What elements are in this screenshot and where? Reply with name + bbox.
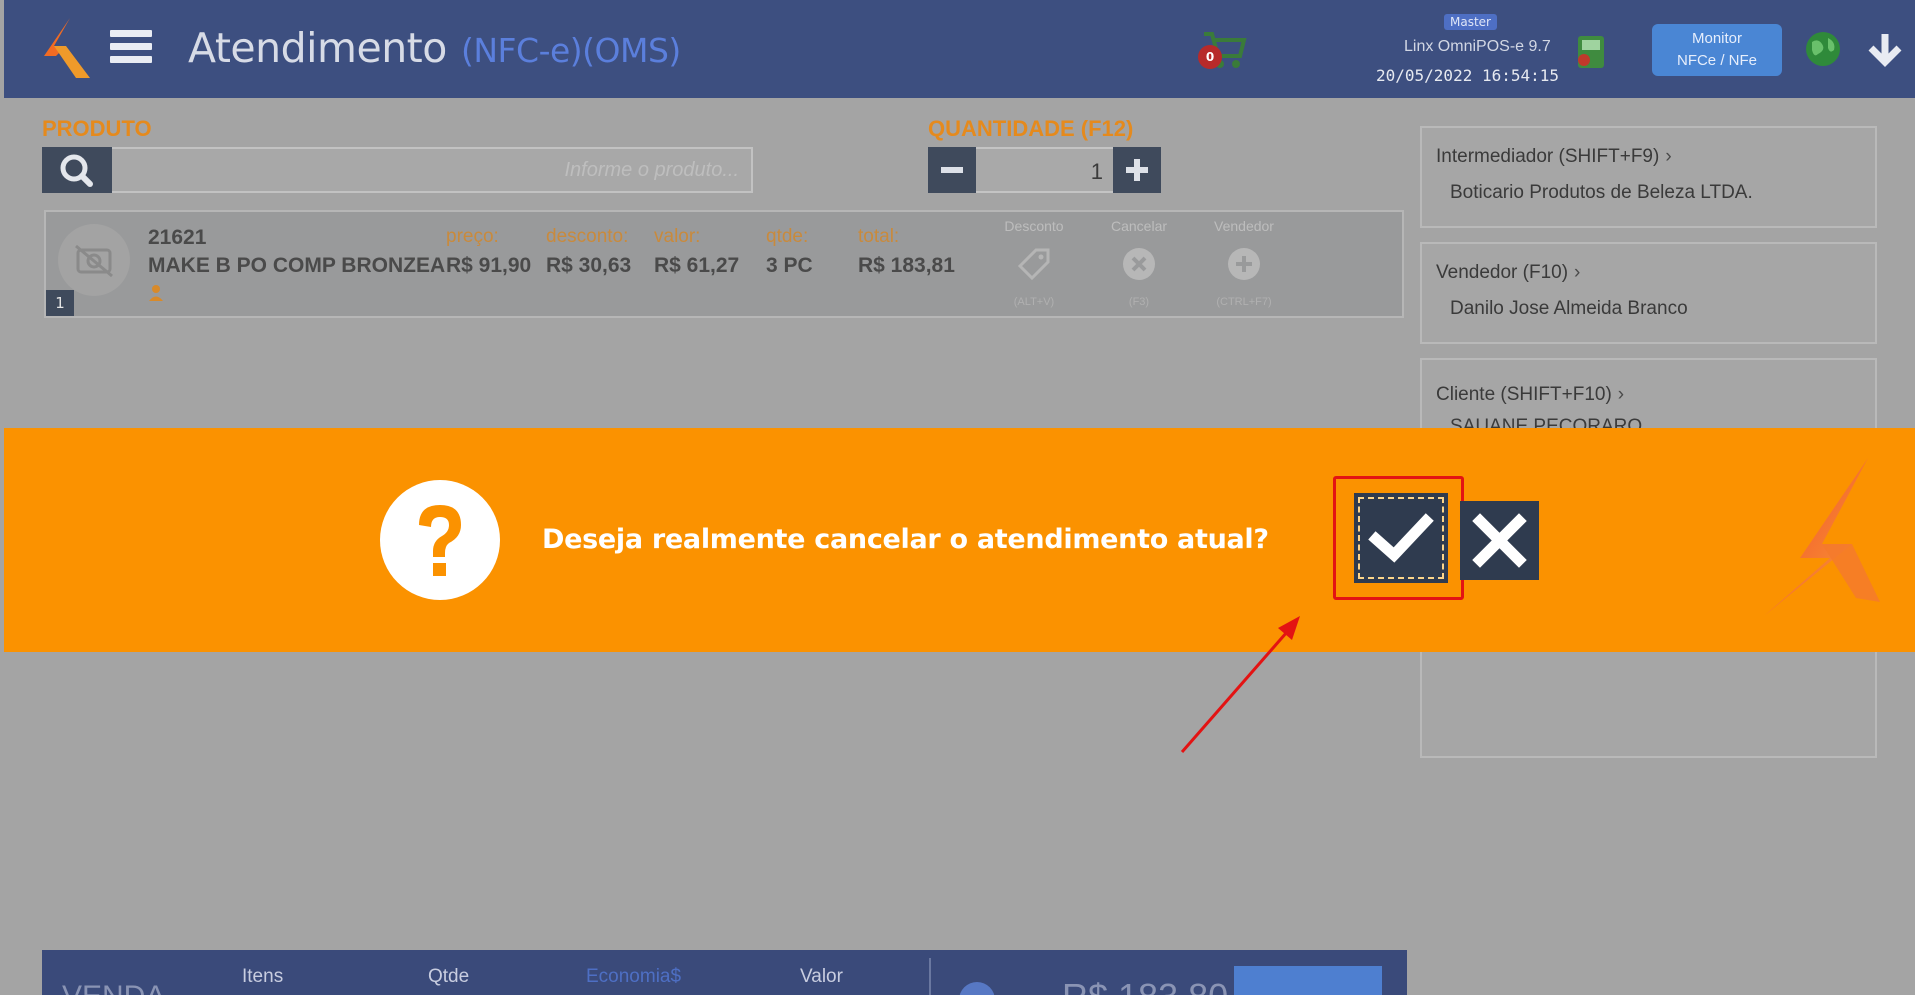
no-photo-icon	[75, 244, 113, 278]
items-label: Itens	[242, 966, 284, 987]
sale-summary-bar: VENDA Itens Qtde Economia$ Valor R$ 183,…	[42, 950, 1407, 995]
cliente-title: Cliente (SHIFT+F10) ›	[1436, 384, 1625, 405]
item-code: 21621	[148, 226, 207, 249]
cancel-action-label: Cancelar	[1110, 218, 1168, 234]
x-icon	[1472, 513, 1527, 568]
download-arrow-icon[interactable]	[1866, 30, 1904, 68]
product-label: PRODUTO	[42, 116, 152, 141]
discount-label: desconto:	[546, 226, 629, 247]
monitor-label: Monitor	[1691, 30, 1743, 47]
quantity-decrease-button[interactable]	[928, 147, 976, 193]
cart-count-badge: 0	[1198, 45, 1222, 69]
pos-datetime: 20/05/2022 16:54:15	[1376, 66, 1560, 85]
total-value: R$ 183,81	[858, 254, 955, 277]
cancel-circle-icon[interactable]	[1121, 246, 1157, 282]
payment-button[interactable]	[1234, 966, 1382, 995]
pos-terminal-icon[interactable]	[1572, 28, 1612, 72]
discount-shortcut: (ALT+V)	[1013, 296, 1055, 308]
qty-total-label: Qtde	[428, 966, 470, 987]
discount-value: R$ 30,63	[546, 254, 632, 277]
dialog-message: Deseja realmente cancelar o atendimento …	[542, 524, 1269, 555]
top-header: Atendimento (NFC-e)(OMS) 0 Master Linx O…	[4, 0, 1915, 98]
linx-watermark-logo	[1764, 458, 1880, 616]
seller-shortcut: (CTRL+F7)	[1216, 296, 1272, 308]
item-name: MAKE B PO COMP BRONZEA	[148, 254, 446, 277]
pos-version: Linx OmniPOS-e 9.7	[1404, 38, 1551, 55]
question-icon	[380, 480, 500, 600]
vendedor-card[interactable]: Vendedor (F10) › Danilo Jose Almeida Bran…	[1420, 242, 1877, 344]
linx-logo	[34, 18, 90, 78]
price-value: R$ 91,90	[446, 254, 532, 277]
qty-value: 3 PC	[766, 254, 813, 277]
vendedor-value: Danilo Jose Almeida Branco	[1450, 298, 1688, 319]
discount-action-label: Desconto	[1004, 218, 1064, 234]
intermediador-value: Boticario Produtos de Beleza LTDA.	[1450, 182, 1753, 203]
globe-icon[interactable]	[1804, 30, 1842, 68]
quantity-input[interactable]: 1	[976, 147, 1113, 193]
sale-total: R$ 183,80	[1062, 976, 1228, 995]
intermediador-title: Intermediador (SHIFT+F9) ›	[1436, 146, 1672, 167]
confirm-dialog: Deseja realmente cancelar o atendimento …	[4, 428, 1915, 652]
cancel-shortcut: (F3)	[1128, 296, 1150, 308]
value-label: valor:	[654, 226, 701, 247]
total-label: total:	[858, 226, 900, 247]
page-subtitle: (NFC-e)(OMS)	[461, 31, 681, 70]
annotation-arrow	[1180, 616, 1300, 753]
master-badge: Master	[1444, 14, 1497, 30]
value-total-label: Valor	[800, 966, 843, 987]
seller-action-label: Vendedor	[1214, 218, 1274, 234]
person-icon	[149, 285, 163, 301]
add-seller-icon[interactable]	[1226, 246, 1262, 282]
divider	[929, 958, 931, 995]
quantity-label: QUANTIDADE (F12)	[928, 116, 1134, 141]
intermediador-card[interactable]: Intermediador (SHIFT+F9) › Boticario Prod…	[1420, 126, 1877, 228]
info-icon	[959, 982, 995, 995]
price-label: preço:	[446, 226, 499, 247]
check-icon	[1368, 513, 1434, 563]
monitor-sublabel: NFCe / NFe	[1676, 52, 1757, 69]
search-icon	[60, 154, 93, 187]
qty-label: qtde:	[766, 226, 809, 247]
search-button[interactable]	[42, 147, 112, 193]
product-search-input[interactable]: Informe o produto...	[112, 147, 753, 193]
sale-label: VENDA	[62, 980, 165, 995]
confirm-button[interactable]	[1354, 493, 1448, 583]
quantity-increase-button[interactable]	[1113, 147, 1161, 193]
sale-item-row[interactable]: 1 21621 MAKE B PO COMP BRONZEA preço: R$…	[44, 210, 1404, 318]
cancel-button[interactable]	[1460, 501, 1539, 580]
page-title: Atendimento	[188, 24, 447, 72]
value-value: R$ 61,27	[654, 254, 740, 277]
item-index: 1	[46, 290, 74, 316]
tag-icon[interactable]	[1016, 246, 1052, 282]
product-image-placeholder	[58, 224, 130, 296]
monitor-nfce-button[interactable]: Monitor NFCe / NFe	[1652, 24, 1782, 76]
vendedor-title: Vendedor (F10) ›	[1436, 262, 1581, 283]
savings-label: Economia$	[586, 966, 682, 987]
hamburger-menu-icon[interactable]	[110, 30, 152, 66]
